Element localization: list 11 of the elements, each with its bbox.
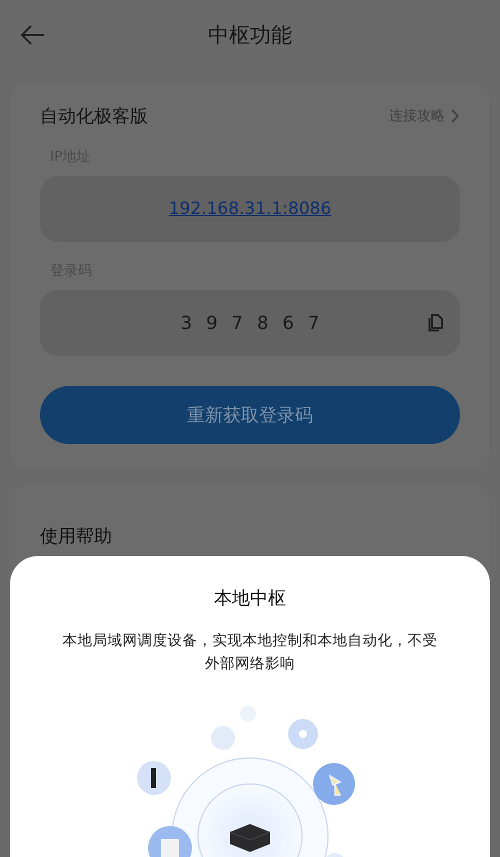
back-icon[interactable] bbox=[20, 24, 46, 46]
copy-icon[interactable] bbox=[428, 314, 444, 332]
sheet-description: 本地局域网调度设备，实现本地控制和本地自动化，不受外部网络影响 bbox=[62, 632, 438, 674]
ip-link[interactable]: 192.168.31.1:8086 bbox=[168, 199, 332, 219]
login-code: 397867 bbox=[180, 312, 334, 334]
refresh-code-button[interactable]: 重新获取登录码 bbox=[40, 386, 460, 444]
card-title: 自动化极客版 bbox=[40, 105, 148, 128]
chevron-icon bbox=[451, 109, 460, 123]
page-title: 中枢功能 bbox=[208, 22, 292, 49]
help-label: 使用帮助 bbox=[40, 525, 112, 548]
sheet-title: 本地中枢 bbox=[213, 587, 287, 610]
